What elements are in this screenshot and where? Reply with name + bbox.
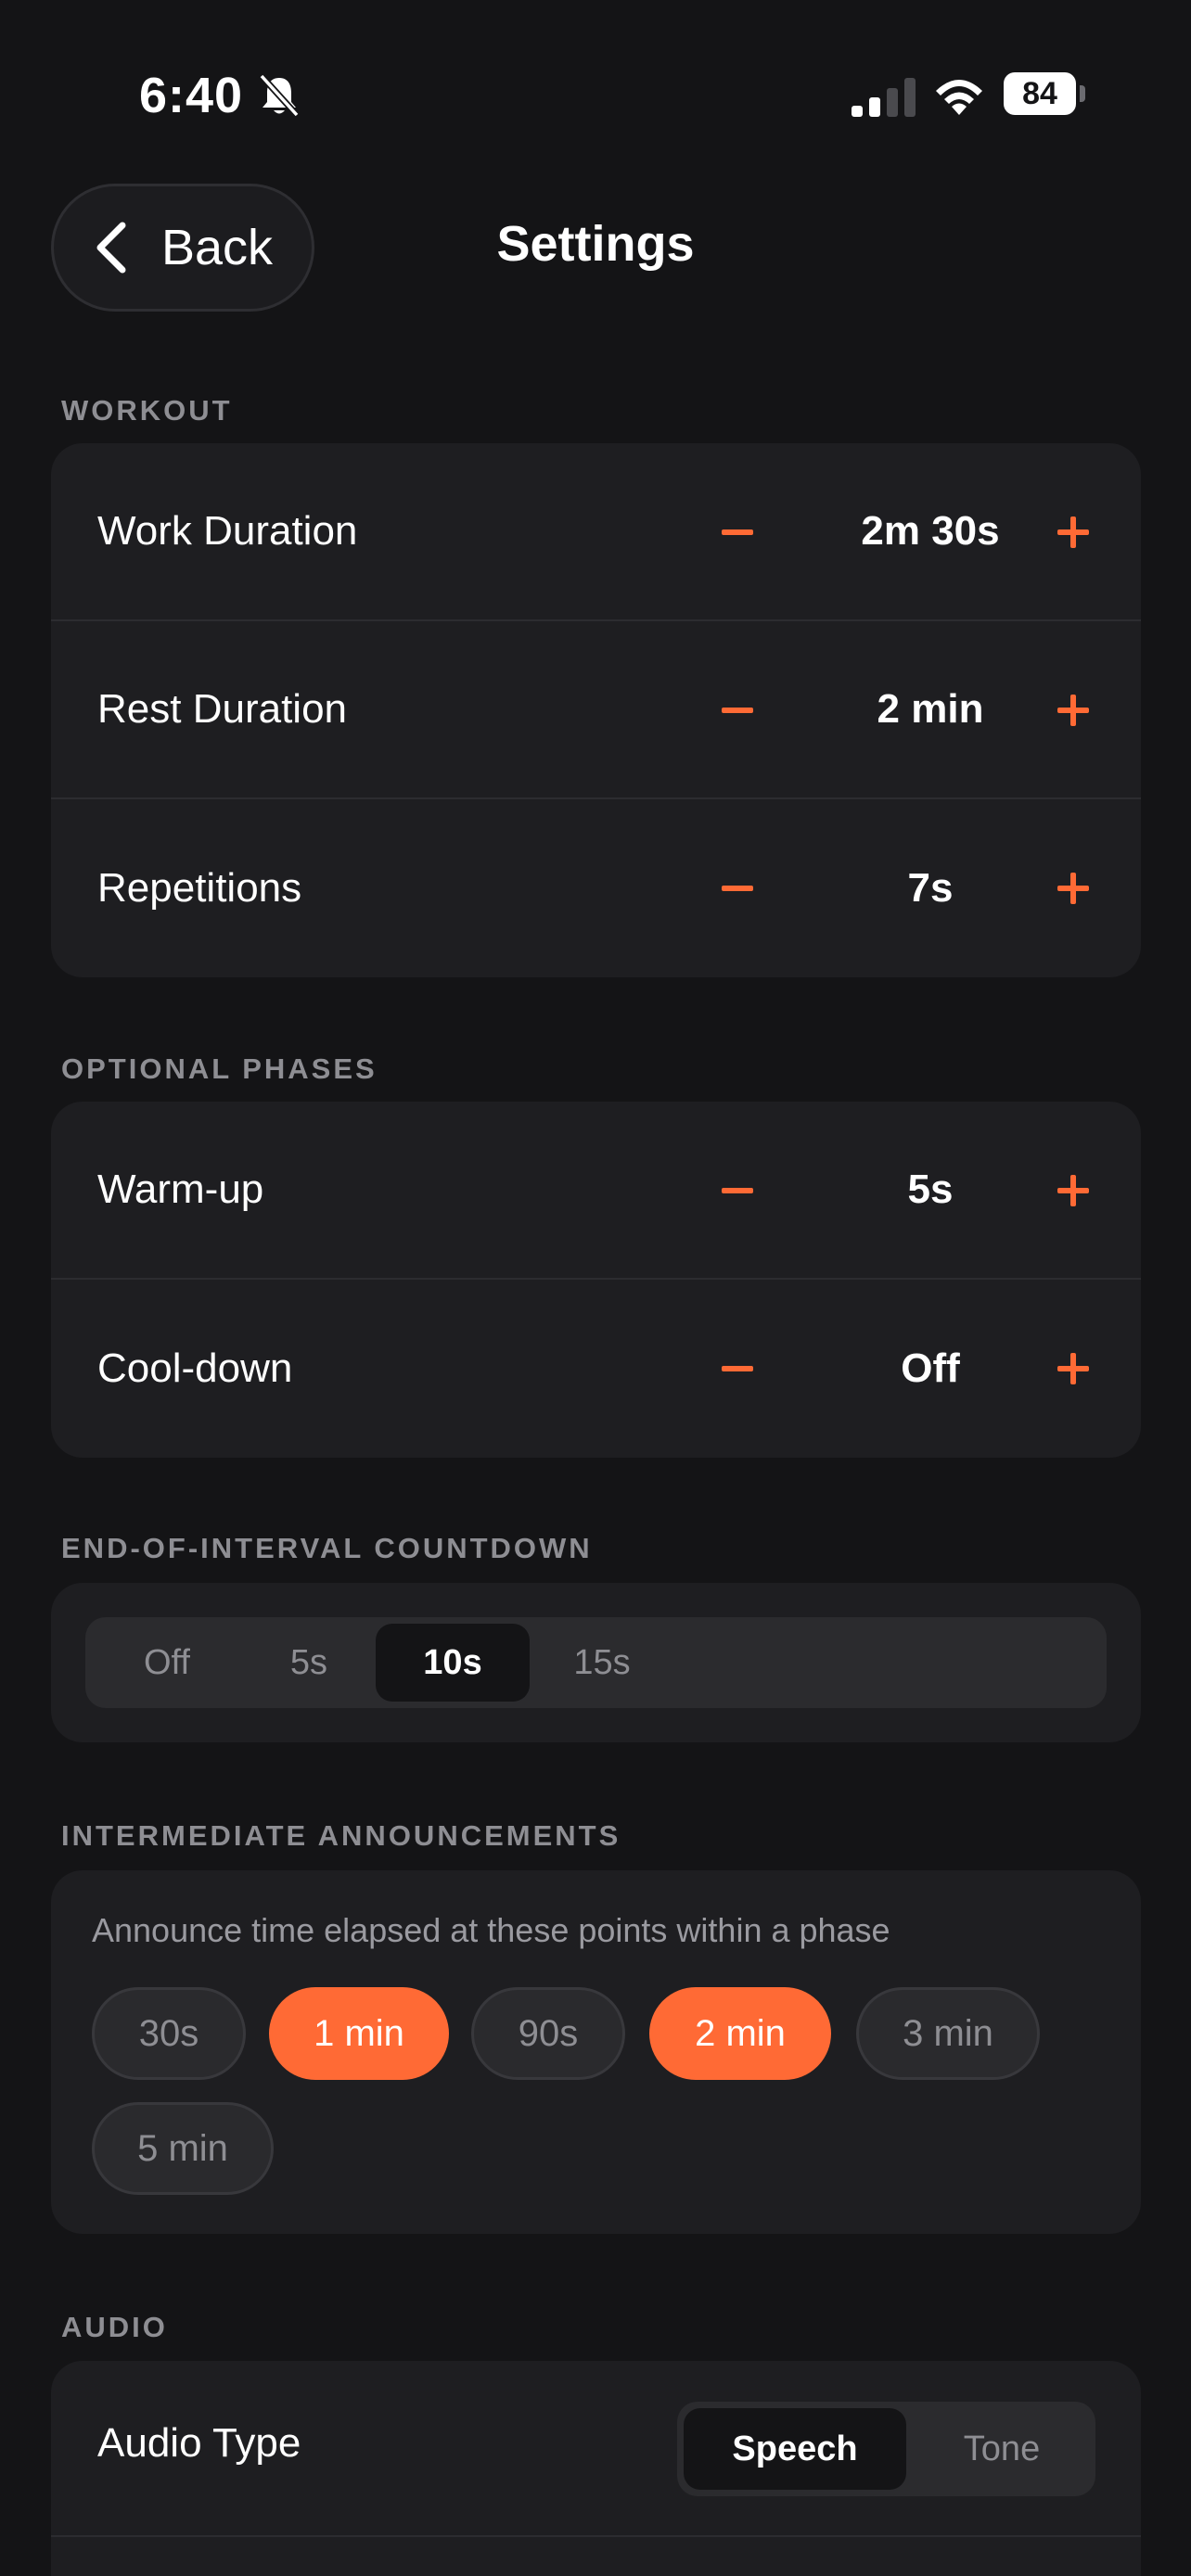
announce-chip-1min[interactable]: 1 min: [269, 1987, 449, 2080]
work-duration-value: 2m 30s: [861, 508, 1000, 554]
wifi-icon: [936, 80, 982, 115]
repetitions-increment-button[interactable]: [1045, 861, 1101, 916]
repetitions-decrement-button[interactable]: [710, 861, 765, 916]
minus-icon: [722, 529, 753, 535]
minus-icon: [722, 708, 753, 713]
cellular-signal-icon: [852, 78, 916, 117]
plus-icon: [1057, 1175, 1089, 1206]
plus-icon: [1057, 516, 1089, 548]
status-bar: 6:40 84: [0, 0, 1191, 185]
cool-down-increment-button[interactable]: [1045, 1341, 1101, 1396]
cool-down-value: Off: [901, 1345, 960, 1391]
rest-duration-value: 2 min: [877, 686, 984, 732]
countdown-card: Off 5s 10s 15s: [51, 1583, 1141, 1742]
plus-icon: [1057, 695, 1089, 726]
plus-icon: [1057, 1353, 1089, 1384]
announce-chip-5min[interactable]: 5 min: [92, 2102, 274, 2195]
page-title: Settings: [496, 216, 695, 272]
plus-icon: [1057, 873, 1089, 904]
repetitions-label: Repetitions: [97, 865, 302, 911]
bell-slash-icon: [259, 73, 300, 118]
countdown-option-5s[interactable]: 5s: [246, 1624, 372, 1702]
audio-option-speech[interactable]: Speech: [684, 2408, 906, 2490]
work-duration-label: Work Duration: [97, 508, 358, 554]
announce-chip-3min[interactable]: 3 min: [856, 1987, 1040, 2080]
audio-card: Audio Type Speech Tone: [51, 2361, 1141, 2576]
section-label-optional-phases: OPTIONAL PHASES: [61, 1052, 378, 1085]
minus-icon: [722, 1366, 753, 1371]
announce-chip-90s[interactable]: 90s: [471, 1987, 625, 2080]
countdown-segmented-control: Off 5s 10s 15s: [85, 1617, 1107, 1708]
audio-type-label: Audio Type: [97, 2420, 301, 2466]
minus-icon: [722, 1188, 753, 1193]
rest-duration-decrement-button[interactable]: [710, 682, 765, 738]
warm-up-row: Warm-up 5s: [51, 1102, 1141, 1280]
workout-card: Work Duration 2m 30s Rest Duration 2 min…: [51, 443, 1141, 977]
announcements-card: Announce time elapsed at these points wi…: [51, 1870, 1141, 2234]
work-duration-decrement-button[interactable]: [710, 504, 765, 560]
repetitions-row: Repetitions 7s: [51, 799, 1141, 977]
optional-phases-card: Warm-up 5s Cool-down Off: [51, 1102, 1141, 1458]
countdown-option-off[interactable]: Off: [104, 1624, 230, 1702]
warm-up-label: Warm-up: [97, 1167, 264, 1212]
battery-indicator: 84: [1004, 72, 1076, 115]
status-time: 6:40: [139, 68, 244, 123]
countdown-option-15s[interactable]: 15s: [539, 1624, 665, 1702]
minus-icon: [722, 886, 753, 891]
section-label-countdown: END-OF-INTERVAL COUNTDOWN: [61, 1532, 593, 1564]
rest-duration-row: Rest Duration 2 min: [51, 621, 1141, 799]
section-label-announcements: INTERMEDIATE ANNOUNCEMENTS: [61, 1819, 621, 1852]
rest-duration-label: Rest Duration: [97, 686, 348, 732]
announce-chip-30s[interactable]: 30s: [92, 1987, 246, 2080]
cool-down-label: Cool-down: [97, 1345, 293, 1391]
audio-type-row: Audio Type Speech Tone: [51, 2361, 1141, 2537]
countdown-option-10s[interactable]: 10s: [376, 1624, 530, 1702]
announce-chip-2min[interactable]: 2 min: [649, 1987, 831, 2080]
cool-down-decrement-button[interactable]: [710, 1341, 765, 1396]
section-label-workout: WORKOUT: [61, 394, 233, 427]
section-label-audio: AUDIO: [61, 2311, 168, 2343]
cool-down-row: Cool-down Off: [51, 1280, 1141, 1458]
audio-type-segmented-control: Speech Tone: [677, 2402, 1095, 2496]
battery-cap: [1080, 85, 1085, 102]
warm-up-decrement-button[interactable]: [710, 1163, 765, 1218]
repetitions-value: 7s: [907, 865, 954, 911]
work-duration-increment-button[interactable]: [1045, 504, 1101, 560]
rest-duration-increment-button[interactable]: [1045, 682, 1101, 738]
warm-up-increment-button[interactable]: [1045, 1163, 1101, 1218]
audio-option-tone[interactable]: Tone: [918, 2408, 1085, 2490]
announcements-description: Announce time elapsed at these points wi…: [92, 1911, 890, 1949]
work-duration-row: Work Duration 2m 30s: [51, 443, 1141, 621]
warm-up-value: 5s: [907, 1167, 954, 1212]
